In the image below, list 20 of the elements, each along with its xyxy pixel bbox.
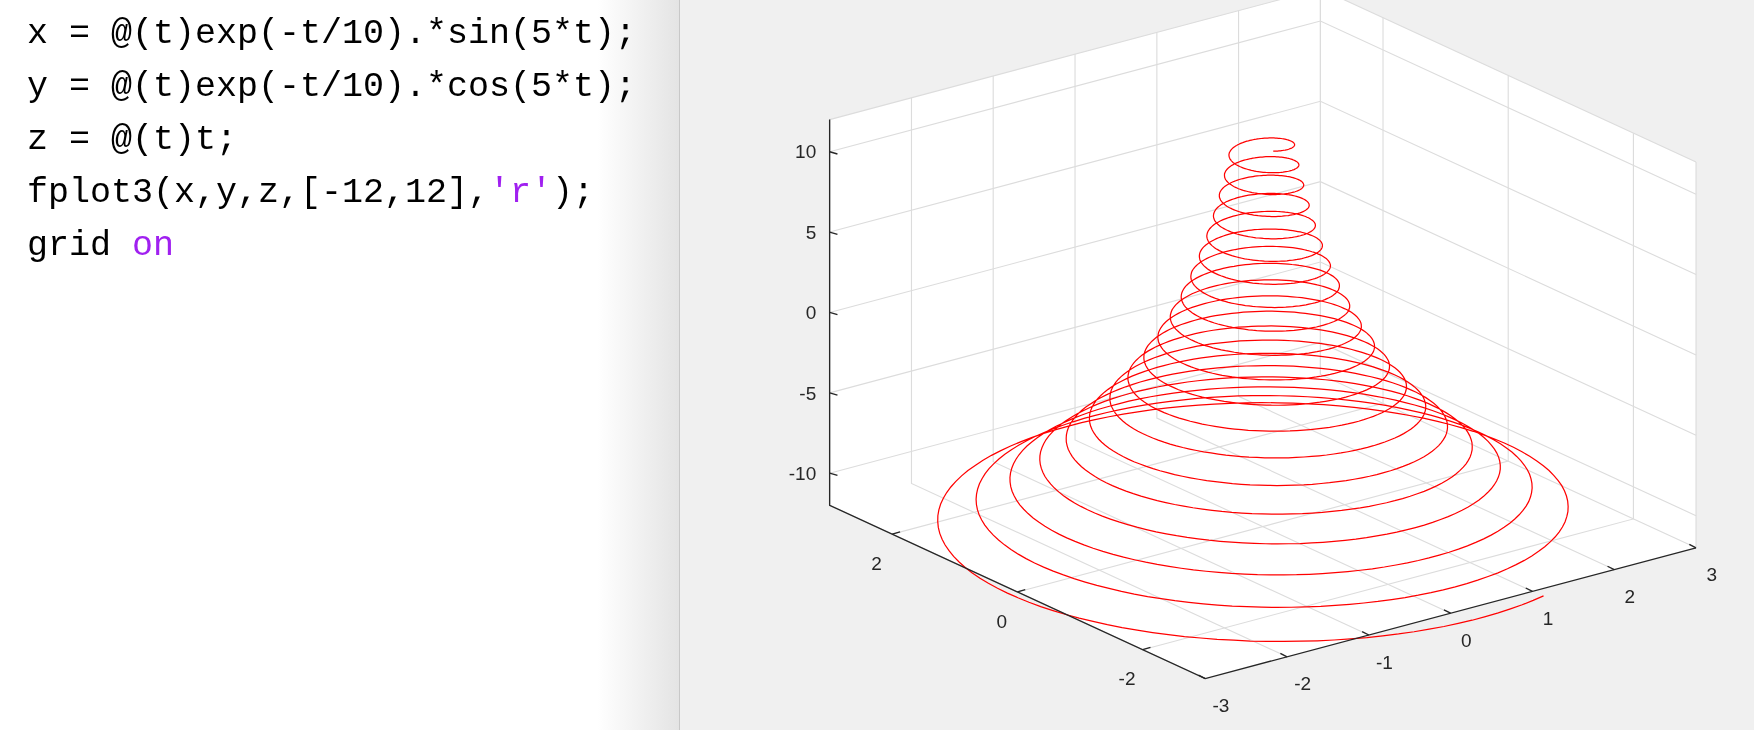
x-tick-label: -1 <box>1376 651 1393 673</box>
z-tick-label: 0 <box>805 302 817 324</box>
x-tick-label: 0 <box>1461 629 1472 651</box>
y-tick-label: -2 <box>1118 668 1136 690</box>
z-tick-label: 5 <box>805 221 817 243</box>
code-line: x = @(t)exp(-t/10).*sin(5*t); <box>27 13 638 56</box>
x-tick-label: 1 <box>1542 607 1554 629</box>
z-tick-label: -5 <box>799 382 817 404</box>
y-tick-label: 2 <box>871 552 882 574</box>
y-tick-label: 0 <box>996 610 1008 632</box>
x-tick-label: -2 <box>1294 673 1312 695</box>
code-line: fplot3(x,y,z,[-12,12],'r'); <box>27 172 596 215</box>
x-tick-label: 2 <box>1624 586 1636 608</box>
code-line: grid on <box>27 225 176 268</box>
x-tick-label: -3 <box>1212 695 1230 717</box>
z-tick-label: 10 <box>795 141 817 163</box>
code-line: z = @(t)t; <box>27 119 239 162</box>
code-line: y = @(t)exp(-t/10).*cos(5*t); <box>27 66 638 109</box>
x-tick-label: 3 <box>1706 564 1717 586</box>
z-tick-label: -10 <box>788 462 817 484</box>
